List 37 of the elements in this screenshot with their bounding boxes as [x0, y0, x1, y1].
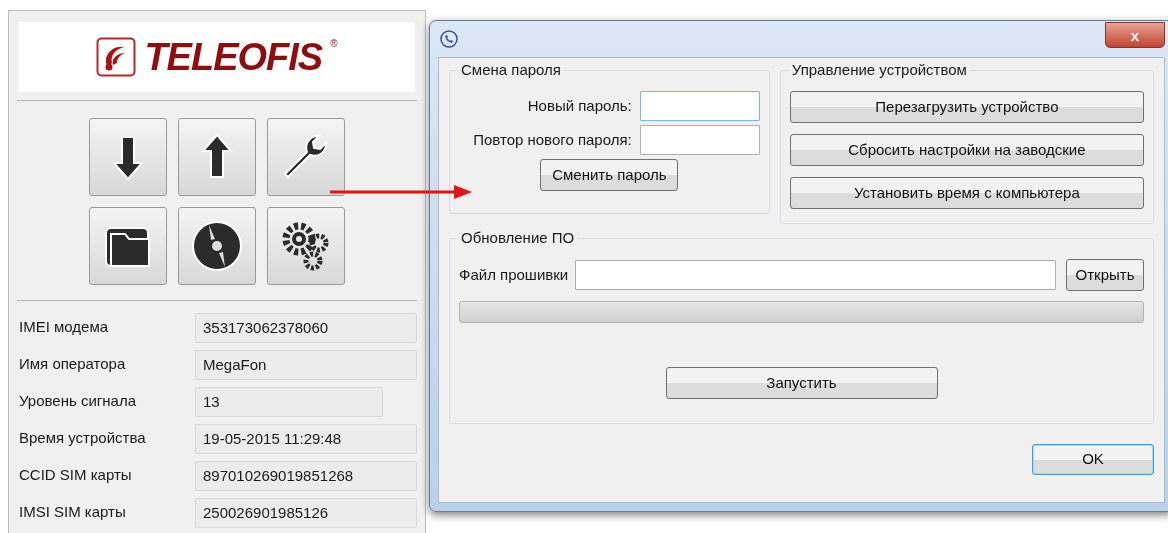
disc-icon: [190, 219, 244, 273]
group-title: Управление устройством: [788, 61, 970, 79]
tool-button[interactable]: [178, 207, 256, 285]
readonly-field: MegaFon: [195, 349, 417, 380]
password-field[interactable]: [639, 125, 760, 155]
start-button[interactable]: Запустить: [665, 367, 938, 399]
tool-button[interactable]: [267, 207, 345, 285]
logo-icon: [96, 37, 137, 77]
device-action-button[interactable]: Сбросить настройки на заводские: [789, 134, 1144, 166]
phone-icon: [440, 30, 458, 48]
device-action-button[interactable]: Перезагрузить устройство: [789, 91, 1144, 123]
field-label: IMSI SIM карты: [18, 502, 127, 523]
field-label: Файл прошивки: [459, 264, 569, 285]
field-label: IMEI модема: [18, 317, 110, 338]
open-button[interactable]: Открыть: [1066, 259, 1144, 291]
readonly-field: 19-05-2015 11:29:48: [195, 423, 417, 454]
field-label: Повтор нового пароля:: [473, 129, 632, 150]
logo-text: TELEOFIS: [144, 38, 323, 76]
readonly-field: 250026901985126: [195, 497, 417, 528]
tool-button[interactable]: [89, 207, 167, 285]
readonly-field: 353173062378060: [195, 312, 417, 343]
trademark-sign: ®: [330, 37, 338, 51]
readonly-field: 897010269019851268: [195, 460, 417, 491]
ok-button[interactable]: OK: [1032, 444, 1154, 475]
field-label: Новый пароль:: [527, 95, 632, 116]
tool-button[interactable]: [178, 118, 256, 196]
tool-button[interactable]: [89, 118, 167, 196]
field-label: Время устройства: [18, 428, 147, 449]
field-label: CCID SIM карты: [18, 465, 133, 486]
file-path-field[interactable]: [575, 260, 1056, 290]
readonly-field: 13: [195, 386, 383, 417]
password-field[interactable]: [639, 91, 760, 121]
device-action-button[interactable]: Установить время с компьютера: [789, 177, 1144, 209]
tool-button[interactable]: [267, 118, 345, 196]
change-password-button[interactable]: Сменить пароль: [540, 159, 679, 191]
field-label: Уровень сигнала: [18, 391, 138, 412]
field-label: Имя оператора: [18, 354, 127, 375]
